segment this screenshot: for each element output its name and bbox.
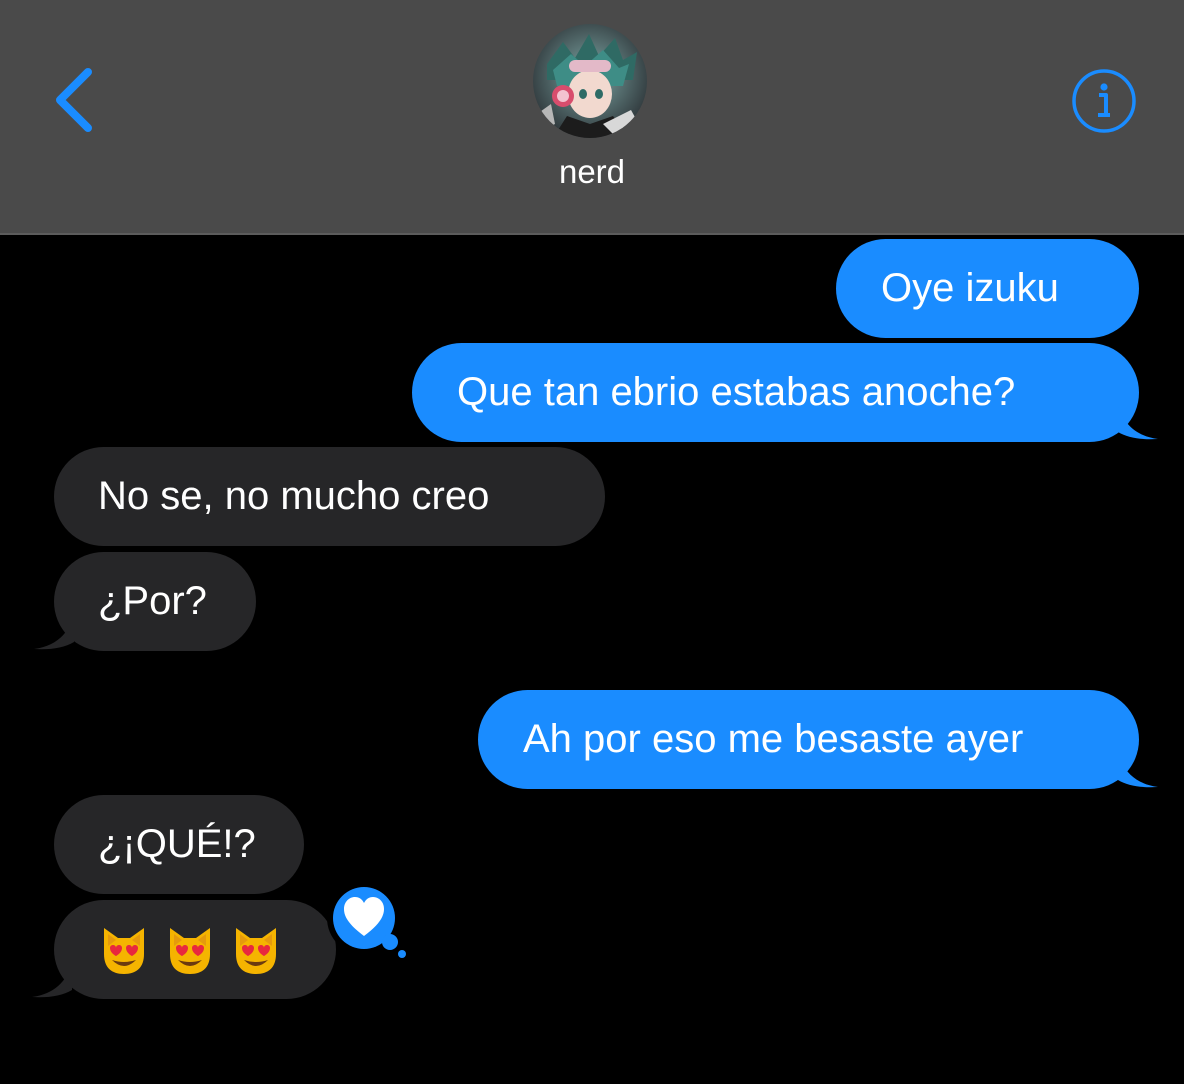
message-text: Oye izuku — [881, 266, 1059, 310]
chevron-left-icon — [56, 68, 92, 132]
contact-avatar[interactable] — [533, 24, 647, 138]
conversation-header: nerd — [0, 0, 1184, 235]
bubble-tail — [34, 616, 74, 650]
avatar-image — [533, 24, 647, 138]
message-text: ¿Por? — [98, 579, 207, 623]
info-button[interactable] — [1071, 68, 1137, 134]
emoji-message[interactable] — [54, 900, 336, 999]
message-bubble-sent[interactable]: Oye izuku — [836, 239, 1139, 338]
message-text: Que tan ebrio estabas anoche? — [457, 370, 1016, 414]
bubble-tail — [1118, 754, 1158, 788]
heart-icon — [327, 881, 406, 958]
tapback-reaction[interactable] — [318, 878, 410, 970]
message-bubble-received[interactable]: ¿Por? — [54, 552, 256, 651]
heart-eyes-cat-icon — [236, 927, 276, 974]
back-button[interactable] — [44, 60, 114, 140]
message-text: Ah por eso me besaste ayer — [523, 717, 1024, 761]
info-icon — [1072, 69, 1136, 133]
message-bubble-sent[interactable]: Que tan ebrio estabas anoche? — [412, 343, 1139, 442]
heart-eyes-cat-icon — [170, 927, 210, 974]
bubble-tail — [32, 964, 72, 998]
heart-eyes-cat-icon — [104, 927, 144, 974]
message-bubble-received[interactable]: No se, no mucho creo — [54, 447, 605, 546]
emoji-row — [98, 900, 282, 999]
message-bubble-sent[interactable]: Ah por eso me besaste ayer — [478, 690, 1139, 789]
bubble-tail — [1118, 406, 1158, 440]
contact-name[interactable]: nerd — [442, 152, 742, 192]
message-text: No se, no mucho creo — [98, 474, 490, 518]
message-bubble-received[interactable]: ¿¡QUÉ!? — [54, 795, 304, 894]
message-text: ¿¡QUÉ!? — [98, 822, 256, 866]
